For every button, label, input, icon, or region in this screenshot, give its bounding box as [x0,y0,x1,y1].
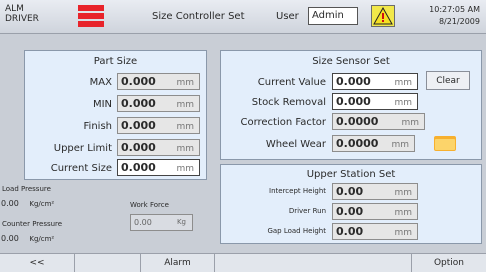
work-force-value: 0.00 [134,218,152,227]
stock-removal-label: Stock Removal [251,97,326,108]
intercept-height-field[interactable]: 0.00 mm [332,183,418,200]
finish-value: 0.000 [121,119,156,132]
current-size-unit: mm [176,164,194,174]
counter-pressure-label: Counter Pressure [2,220,63,228]
part-size-panel: Part Size MAX 0.000 mm MIN 0.000 mm Fini… [24,50,207,180]
correction-factor-value: 0.0000 [336,115,379,128]
wheel-wear-field[interactable]: 0.0000 mm [332,135,415,152]
current-size-label: Current Size [50,163,112,174]
current-value-unit: mm [394,78,412,88]
upper-limit-unit: mm [176,144,194,154]
current-size-value: 0.000 [121,161,156,174]
back-button[interactable]: << [0,254,75,272]
date-text: 8/21/2009 [438,17,480,26]
alarm-flag-icon[interactable] [78,5,104,27]
page-title: Size Controller Set [152,11,245,22]
work-force-label: Work Force [130,201,169,209]
warning-icon[interactable] [371,5,395,27]
upper-limit-value: 0.000 [121,141,156,154]
work-force-unit: Kg [176,218,186,226]
driver-run-unit: mm [394,208,412,218]
stock-removal-unit: mm [394,98,412,108]
part-size-title: Part Size [93,56,138,67]
min-unit: mm [176,100,194,110]
min-value: 0.000 [121,97,156,110]
size-sensor-title: Size Sensor Set [312,56,390,67]
clear-button[interactable]: Clear [426,71,470,90]
max-value-field[interactable]: 0.000 mm [117,73,200,90]
load-pressure-value: 0.00 [1,199,19,208]
intercept-height-unit: mm [394,188,412,198]
time-text: 10:27:05 AM [429,5,480,14]
datetime-display: 10:27:05 AM 8/21/2009 [429,4,480,28]
gap-load-height-value: 0.00 [336,225,364,238]
counter-pressure-unit: Kg/cm² [29,235,55,243]
work-force-field[interactable]: 0.00 Kg [130,214,193,231]
user-field[interactable]: Admin [308,7,358,25]
gap-load-height-unit: mm [394,228,412,238]
option-button[interactable]: Option [411,254,486,272]
header-bar: ALM DRIVER Size Controller Set User Admi… [0,0,486,34]
intercept-height-value: 0.00 [336,185,364,198]
min-label: MIN [92,99,112,110]
current-value-label: Current Value [257,77,326,88]
alarm-driver-label[interactable]: ALM DRIVER [5,4,39,24]
max-label: MAX [89,77,112,88]
driver-run-field[interactable]: 0.00 mm [332,203,418,220]
folder-icon[interactable] [434,135,456,151]
correction-factor-field[interactable]: 0.0000 mm [332,113,425,130]
correction-factor-label: Correction Factor [240,117,326,128]
correction-factor-unit: mm [401,118,419,128]
alarm-label-line1: ALM [5,4,24,14]
wheel-wear-unit: mm [391,140,409,150]
gap-load-height-field[interactable]: 0.00 mm [332,223,418,240]
load-pressure-unit: Kg/cm² [29,200,55,208]
upper-station-title: Upper Station Set [306,169,396,180]
current-size-value-field[interactable]: 0.000 mm [117,159,200,176]
wheel-wear-label: Wheel Wear [265,139,326,150]
driver-run-label: Driver Run [288,207,326,215]
intercept-height-label: Intercept Height [269,187,326,195]
current-value-value: 0.000 [336,75,371,88]
finish-value-field[interactable]: 0.000 mm [117,117,200,134]
finish-label: Finish [83,121,112,132]
upper-station-panel: Upper Station Set Intercept Height 0.00 … [220,164,482,244]
load-pressure-label: Load Pressure [2,185,51,193]
user-label: User [276,11,299,22]
counter-pressure-display[interactable]: 0.00 Kg/cm² [1,231,71,247]
upper-limit-label: Upper Limit [53,143,112,154]
current-value-field[interactable]: 0.000 mm [332,73,418,90]
counter-pressure-value: 0.00 [1,234,19,243]
footer-bar: << Alarm Option [0,253,486,272]
driver-run-value: 0.00 [336,205,364,218]
load-pressure-display[interactable]: 0.00 Kg/cm² [1,196,71,212]
upper-limit-value-field[interactable]: 0.000 mm [117,139,200,156]
max-unit: mm [176,78,194,88]
finish-unit: mm [176,122,194,132]
stock-removal-value: 0.000 [336,95,371,108]
max-value: 0.000 [121,75,156,88]
gap-load-height-label: Gap Load Height [267,227,326,235]
alarm-label-line2: DRIVER [5,14,39,24]
stock-removal-field[interactable]: 0.000 mm [332,93,418,110]
alarm-button[interactable]: Alarm [140,254,215,272]
wheel-wear-value: 0.0000 [336,137,379,150]
size-sensor-panel: Size Sensor Set Current Value 0.000 mm C… [220,50,482,160]
min-value-field[interactable]: 0.000 mm [117,95,200,112]
